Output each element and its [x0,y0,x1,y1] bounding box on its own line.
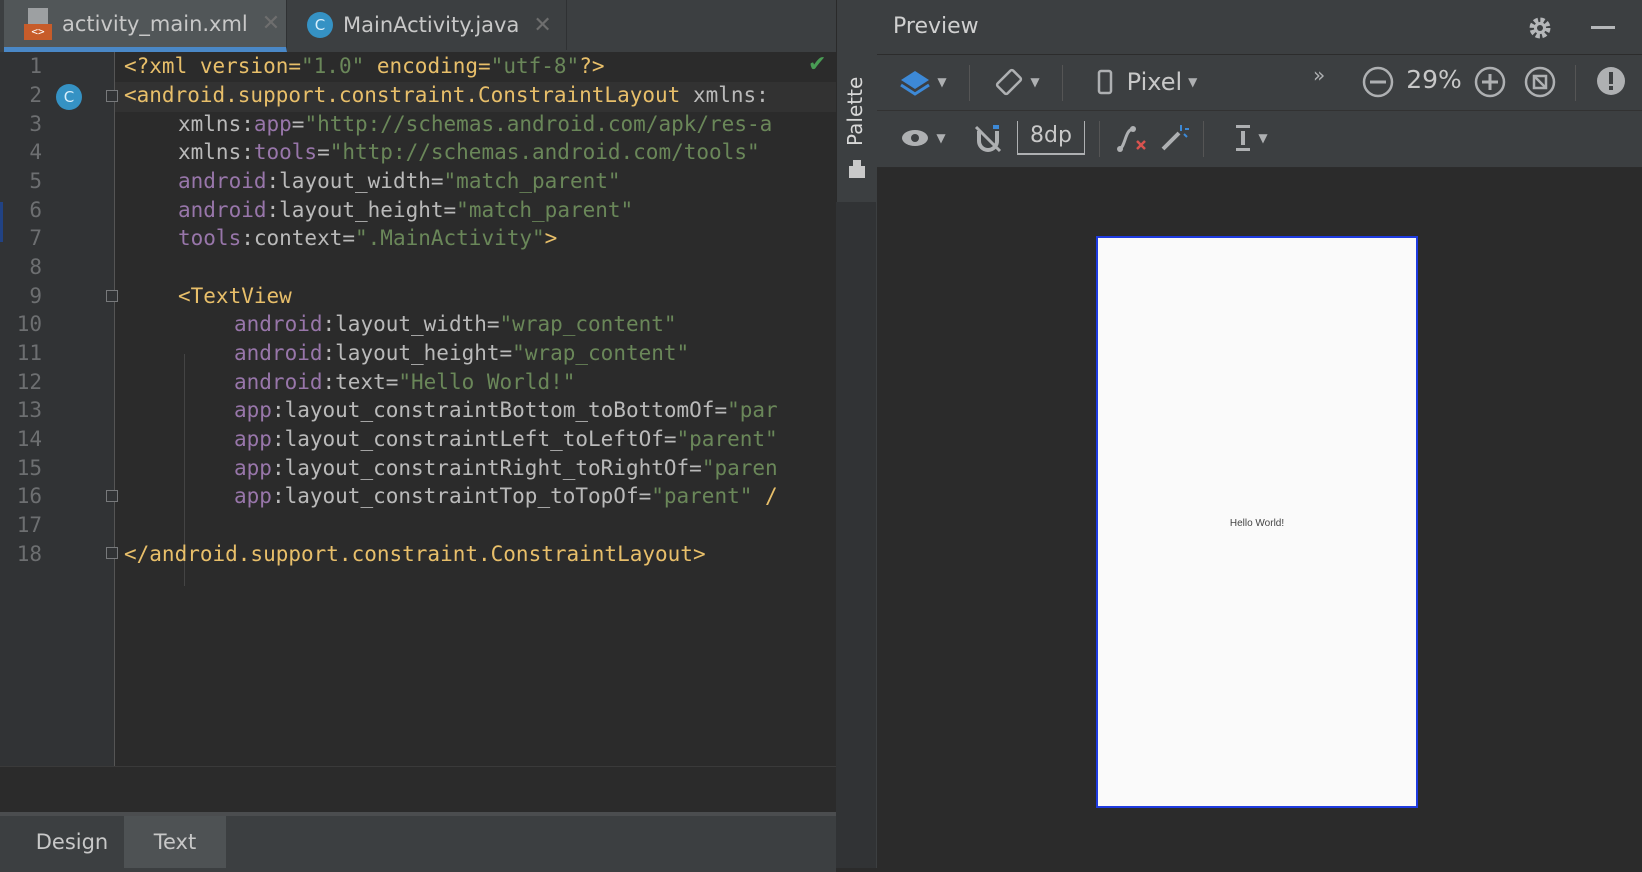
device-preview-screen[interactable]: Hello World! [1096,236,1418,808]
code-line: android:layout_width="match_parent" [178,169,621,193]
line-number: 3 [29,112,42,136]
code-line: <android.support.constraint.ConstraintLa… [124,83,769,107]
class-gutter-icon[interactable]: C [56,84,82,110]
editor-mode-tabs: Design Text [0,812,836,872]
line-number: 7 [29,226,42,250]
layers-icon [900,71,931,96]
line-number: 10 [16,312,42,336]
fold-marker-icon[interactable] [106,290,118,302]
align-dropdown[interactable]: ▼ [1221,121,1281,155]
preview-title: Preview [893,14,979,39]
line-number: 1 [29,54,42,78]
toolbar-separator [1203,121,1204,157]
code-editor[interactable]: 1 2 3 4 5 6 7 8 9 10 11 12 13 14 15 16 1… [0,52,836,766]
code-line: xmlns:tools="http://schemas.android.com/… [178,140,760,164]
chevron-down-icon: ▼ [936,131,946,145]
toolbar-separator [1062,65,1063,101]
orientation-dropdown[interactable]: ▼ [987,65,1047,99]
line-number: 2 [29,83,42,107]
zoom-out-icon[interactable] [1361,65,1395,99]
zoom-to-fit-icon[interactable] [1523,65,1557,99]
close-icon[interactable]: ✕ [262,11,280,36]
gear-icon[interactable] [1527,15,1553,41]
change-marker [0,202,3,242]
tab-label: MainActivity.java [343,13,520,37]
line-number: 9 [29,284,42,308]
code-line: android:text="Hello World!" [234,370,576,394]
code-line: tools:context=".MainActivity"> [178,226,558,250]
design-surface-dropdown[interactable]: ▼ [893,65,953,99]
warning-icon[interactable] [1595,65,1627,97]
toolbar-separator [1575,65,1576,101]
xml-file-icon: <> [24,7,52,40]
fold-marker-icon[interactable] [106,547,118,559]
clear-constraints-icon[interactable] [1115,123,1149,155]
line-number: 14 [16,427,42,451]
code-line: </android.support.constraint.ConstraintL… [124,542,706,566]
code-line: <TextView [178,284,292,308]
text-tab[interactable]: Text [124,816,226,868]
vertical-align-icon [1236,125,1251,151]
palette-label: Palette [843,76,867,146]
preview-toolbar-primary: ▼ ▼ Pixel ▼ » 29% [877,55,1642,111]
code-line: android:layout_width="wrap_content" [234,312,677,336]
line-number: 5 [29,169,42,193]
device-dropdown[interactable]: Pixel ▼ [1077,63,1217,101]
tab-mainactivity-java[interactable]: C MainActivity.java ✕ [287,0,567,50]
zoom-in-icon[interactable] [1473,65,1507,99]
line-number: 4 [29,140,42,164]
code-line: app:layout_constraintLeft_toLeftOf="pare… [234,427,778,451]
line-number: 13 [16,398,42,422]
tab-activity-main-xml[interactable]: <> activity_main.xml ✕ [4,0,287,52]
chevron-down-icon: ▼ [1030,75,1040,89]
phone-icon [1097,69,1112,95]
line-number-gutter: 1 2 3 4 5 6 7 8 9 10 11 12 13 14 15 16 1… [0,52,118,766]
horizontal-scroll-area[interactable] [0,766,836,813]
code-line: android:layout_height="match_parent" [178,198,634,222]
code-line: app:layout_constraintBottom_toBottomOf="… [234,398,778,422]
close-icon[interactable]: ✕ [533,13,551,38]
inspection-ok-icon[interactable]: ✔ [808,52,826,77]
preview-header: Preview [877,0,1642,55]
minimize-icon[interactable] [1591,26,1615,29]
code-line: <?xml version="1.0" encoding="utf-8"?> [124,54,605,78]
line-number: 16 [16,484,42,508]
code-line: app:layout_constraintTop_toTopOf="parent… [234,484,778,508]
palette-tool-button[interactable]: Palette [837,74,877,202]
line-number: 11 [16,341,42,365]
line-number: 8 [29,255,42,279]
fold-marker-icon[interactable] [106,490,118,502]
code-line: app:layout_constraintRight_toRightOf="pa… [234,456,778,480]
code-line: xmlns:app="http://schemas.android.com/ap… [178,112,773,136]
line-number: 12 [16,370,42,394]
design-tab[interactable]: Design [20,816,124,868]
chevron-down-icon: ▼ [1258,131,1268,145]
zoom-level: 29% [1406,65,1462,94]
palette-icon [849,160,865,178]
editor-tab-bar: <> activity_main.xml ✕ C MainActivity.ja… [0,0,836,53]
autoconnect-off-icon[interactable] [973,123,1003,155]
hello-world-textview[interactable]: Hello World! [1098,518,1416,529]
more-actions-icon[interactable]: » [1313,63,1325,87]
eye-icon [902,130,929,146]
toolbar-separator [969,65,970,101]
preview-toolbar-secondary: ▼ 8dp ▼ [877,111,1642,168]
palette-strip-lower [836,202,876,868]
tab-label: activity_main.xml [62,11,248,36]
line-number: 15 [16,456,42,480]
line-number: 18 [16,542,42,566]
chevron-down-icon: ▼ [937,75,947,89]
view-options-dropdown[interactable]: ▼ [893,121,953,155]
rotate-device-icon [996,68,1023,96]
device-label: Pixel [1126,68,1183,96]
fold-marker-icon[interactable] [106,90,118,102]
java-class-icon: C [307,12,333,38]
code-line: android:layout_height="wrap_content" [234,341,690,365]
toolbar-separator [1099,121,1100,157]
default-margin-button[interactable]: 8dp [1017,121,1085,155]
chevron-down-icon: ▼ [1188,75,1198,89]
line-number: 6 [29,198,42,222]
infer-constraints-icon[interactable] [1157,121,1191,155]
line-number: 17 [16,513,42,537]
